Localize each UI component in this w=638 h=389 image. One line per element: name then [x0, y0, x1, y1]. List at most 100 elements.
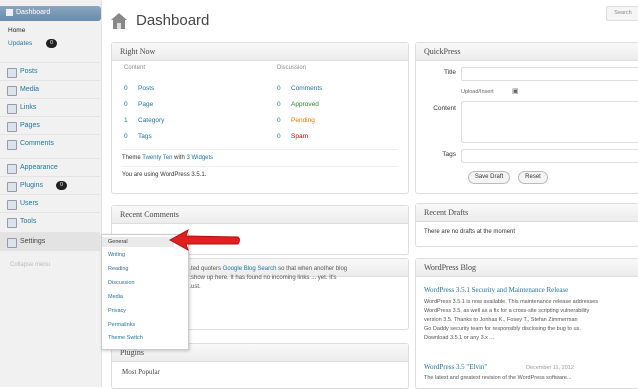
- row-count: 0: [277, 117, 281, 124]
- wordpress-blog-box: WordPress Blog WordPress 3.5.1 Security …: [415, 258, 638, 389]
- sidebar-item-users[interactable]: Users: [0, 194, 100, 213]
- plugins-count-badge: 0: [56, 181, 67, 190]
- sidebar-item-dashboard[interactable]: Dashboard: [0, 6, 101, 21]
- sidebar-item-media[interactable]: Media: [0, 80, 100, 99]
- sidebar-item-label: Media: [20, 86, 40, 93]
- submenu-theme-switch[interactable]: Theme Switch: [108, 335, 143, 341]
- blog-post-title[interactable]: WordPress 3.5 "Elvin": [424, 363, 487, 371]
- right-now-box: Right Now Content Discussion 0 Posts 0 Pag…: [111, 42, 409, 194]
- row-label: Posts: [138, 85, 155, 92]
- submenu-privacy[interactable]: Privacy: [108, 308, 126, 314]
- collapse-menu[interactable]: Collapse menu: [10, 262, 50, 268]
- submenu-reading[interactable]: Reading: [108, 266, 129, 272]
- sidebar-item-pages[interactable]: Pages: [0, 116, 100, 135]
- blog-post-title[interactable]: WordPress 3.5.1 Security and Maintenance…: [424, 286, 568, 294]
- blog-post-line: The latest and greatest revision of the …: [424, 375, 572, 381]
- theme-prefix: Theme: [122, 155, 143, 161]
- media-icon: [7, 86, 17, 96]
- theme-mid: with: [172, 155, 187, 161]
- google-blog-search-link[interactable]: Google Blog Search: [223, 266, 277, 272]
- submenu-home[interactable]: Home: [8, 27, 25, 34]
- dashboard-home-icon: [111, 13, 127, 29]
- row-count: 0: [124, 133, 128, 140]
- submenu-general[interactable]: General: [108, 239, 128, 245]
- theme-info: Theme Twenty Ten with 3 Widgets: [122, 155, 213, 161]
- box-title: WordPress Blog: [424, 263, 477, 272]
- row-label: Comments: [291, 85, 323, 92]
- content-label: Content: [433, 105, 456, 112]
- reset-button[interactable]: Reset: [518, 171, 548, 184]
- box-header: Recent Comments: [112, 206, 408, 224]
- sidebar-item-label: Tools: [20, 218, 37, 225]
- blog-post-date: December 11, 2012: [526, 365, 574, 371]
- incoming-text: ...show up here. It has found no incomin…: [186, 275, 337, 281]
- posts-icon: [7, 68, 17, 78]
- appearance-icon: [7, 164, 17, 174]
- divider: [122, 166, 398, 167]
- quickpress-box: QuickPress Title Upload/Insert ▣ Content…: [415, 42, 638, 194]
- tags-input[interactable]: [461, 149, 638, 163]
- sidebar-item-posts[interactable]: Posts: [0, 62, 100, 81]
- dashboard-icon: [6, 9, 13, 16]
- blog-post-line: WordPress 3.5.1 is now available. This m…: [424, 299, 599, 305]
- blog-post-line: Go Daddy security team for responsibly d…: [424, 326, 581, 332]
- box-header: Recent Drafts: [416, 204, 638, 222]
- row-count: 0: [277, 101, 281, 108]
- version-info: You are using WordPress 3.5.1.: [122, 172, 207, 178]
- sidebar-item-label: Comments: [20, 140, 54, 147]
- row-count: 1: [124, 117, 128, 124]
- divider: [122, 149, 398, 150]
- sidebar-item-label: Dashboard: [16, 9, 51, 16]
- sidebar-item-label: Users: [20, 200, 39, 207]
- sidebar-item-settings[interactable]: Settings: [0, 232, 100, 251]
- sidebar-item-label: Plugins: [20, 182, 43, 189]
- upload-insert-label[interactable]: Upload/Insert: [461, 89, 494, 95]
- row-label: Pending: [291, 117, 315, 124]
- theme-link[interactable]: Twenty Ten: [142, 155, 172, 161]
- sidebar-item-links[interactable]: Links: [0, 98, 100, 117]
- row-count: 0: [277, 133, 281, 140]
- settings-icon: [7, 238, 17, 248]
- row-count: 0: [124, 85, 128, 92]
- widgets-link[interactable]: 3 Widgets: [187, 155, 214, 161]
- incoming-text: ...ted quoters: [186, 266, 223, 272]
- blog-post-line: Download 3.5.1 or any 3.x ...: [424, 335, 495, 341]
- box-header: Right Now: [112, 43, 408, 61]
- row-label: Approved: [291, 101, 319, 108]
- sidebar-item-comments[interactable]: Comments: [0, 134, 100, 153]
- box-header: QuickPress: [416, 43, 638, 61]
- row-label: Page: [138, 101, 154, 108]
- title-input[interactable]: [461, 67, 638, 81]
- row-count: 0: [277, 85, 281, 92]
- sidebar-item-label: Pages: [20, 122, 40, 129]
- box-title: Right Now: [120, 47, 156, 56]
- search-button[interactable]: Search: [606, 6, 638, 21]
- sidebar-item-tools[interactable]: Tools: [0, 212, 100, 231]
- submenu-permalinks[interactable]: Permalinks: [108, 322, 135, 328]
- submenu-media[interactable]: Media: [108, 294, 123, 300]
- sidebar-item-appearance[interactable]: Appearance: [0, 158, 100, 177]
- sidebar-item-label: Appearance: [20, 164, 58, 171]
- content-textarea[interactable]: [461, 101, 638, 143]
- submenu-discussion[interactable]: Discussion: [108, 280, 135, 286]
- sidebar-item-label: Settings: [20, 238, 46, 245]
- admin-sidebar: Dashboard Home Updates 0 Posts Media Lin…: [0, 0, 102, 387]
- updates-count-badge: 0: [46, 39, 57, 48]
- sidebar-item-plugins[interactable]: Plugins 0: [0, 176, 100, 195]
- incoming-links-text: ...ted quoters Google Blog Search so tha…: [186, 265, 396, 292]
- row-label: Tags: [138, 133, 152, 140]
- recent-drafts-box: Recent Drafts There are no drafts at the…: [415, 203, 638, 247]
- discussion-heading: Discussion: [277, 65, 307, 71]
- submenu-updates[interactable]: Updates: [8, 40, 32, 47]
- media-upload-icon[interactable]: ▣: [512, 87, 519, 95]
- tags-label: Tags: [442, 151, 456, 158]
- sidebar-item-label: Posts: [20, 68, 38, 75]
- save-draft-button[interactable]: Save Draft: [468, 171, 510, 184]
- submenu-writing[interactable]: Writing: [108, 252, 125, 258]
- links-icon: [7, 104, 17, 114]
- sidebar-item-label: Links: [20, 104, 37, 111]
- box-header: WordPress Blog: [416, 259, 638, 277]
- most-popular-heading: Most Popular: [122, 368, 160, 376]
- title-label: Title: [443, 69, 456, 76]
- row-count: 0: [124, 101, 128, 108]
